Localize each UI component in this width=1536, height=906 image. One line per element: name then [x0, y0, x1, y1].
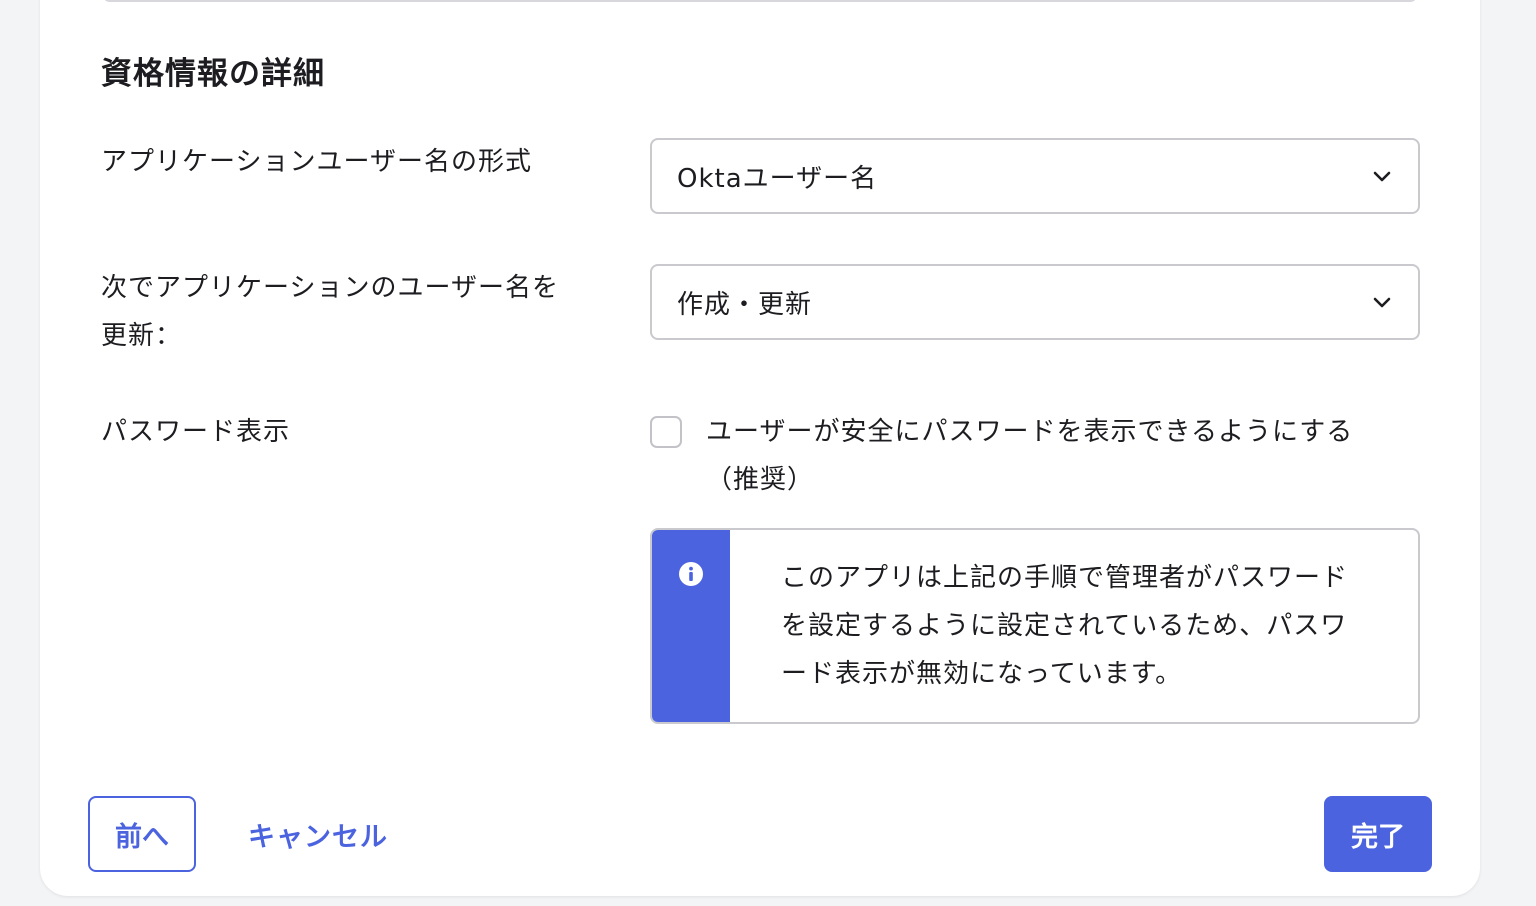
done-button[interactable]: 完了	[1324, 796, 1432, 872]
cancel-button[interactable]: キャンセル	[238, 796, 398, 872]
info-callout: このアプリは上記の手順で管理者がパスワード を設定するように設定されているため、…	[650, 528, 1420, 724]
section-title: 資格情報の詳細	[101, 56, 325, 92]
update-username-select[interactable]: 作成・更新	[650, 264, 1420, 340]
update-username-label-line1: 次でアプリケーションのユーザー名を	[101, 273, 559, 303]
previous-field-edge	[102, 0, 1418, 2]
callout-line3: ード表示が無効になっています。	[781, 659, 1183, 689]
username-format-value: Oktaユーザー名	[677, 163, 878, 194]
callout-line1: このアプリは上記の手順で管理者がパスワード	[781, 563, 1349, 593]
password-reveal-label: パスワード表示	[101, 417, 291, 447]
update-username-label: 次でアプリケーションのユーザー名を 更新：	[101, 264, 591, 360]
password-reveal-checkbox[interactable]	[650, 416, 682, 448]
update-username-label-line2: 更新：	[101, 321, 183, 351]
info-icon	[679, 562, 703, 586]
update-username-value: 作成・更新	[677, 289, 813, 320]
username-format-select[interactable]: Oktaユーザー名	[650, 138, 1420, 214]
username-format-label: アプリケーションユーザー名の形式	[101, 147, 532, 177]
callout-message: このアプリは上記の手順で管理者がパスワード を設定するように設定されているため、…	[781, 554, 1381, 698]
callout-line2: を設定するように設定されているため、パスワ	[781, 611, 1348, 641]
password-reveal-checkbox-label-line1: ユーザーが安全にパスワードを表示できるようにする	[706, 417, 1354, 447]
prev-button[interactable]: 前へ	[88, 796, 196, 872]
callout-accent-bar	[652, 530, 730, 722]
chevron-down-icon	[1373, 171, 1391, 182]
password-reveal-checkbox-label-line2: （推奨）	[706, 465, 815, 495]
chevron-down-icon	[1373, 297, 1391, 308]
password-reveal-checkbox-label[interactable]: ユーザーが安全にパスワードを表示できるようにする （推奨）	[706, 408, 1406, 504]
